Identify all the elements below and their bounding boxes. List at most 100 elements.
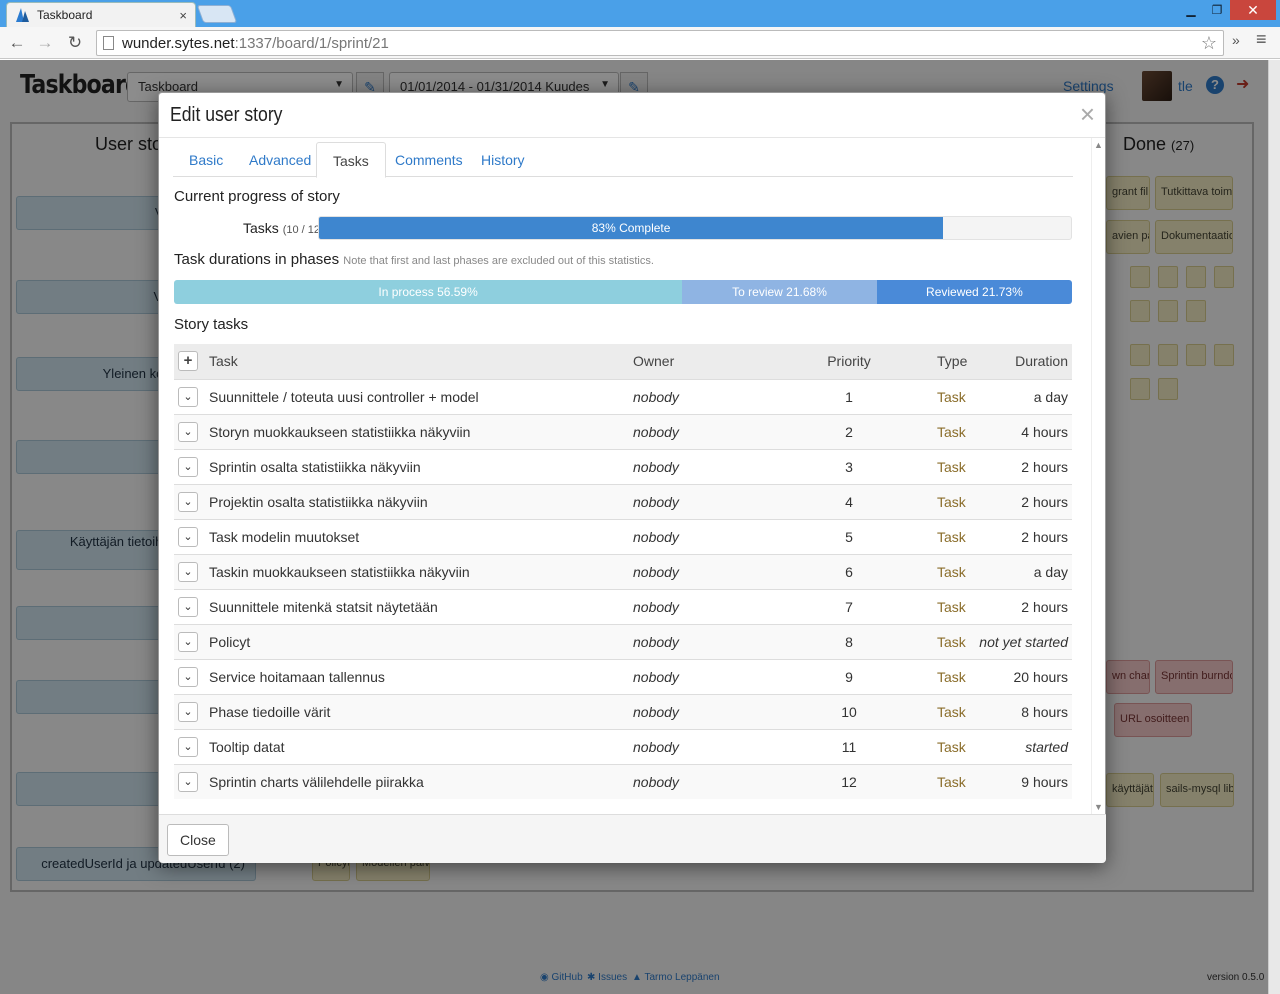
row-toggle-chevron-icon[interactable]: ⌄ [178,772,198,792]
table-row[interactable]: ⌄ Task modelin muutokset nobody 5 Task 2 hour… [174,519,1072,554]
durations-note: Note that first and last phases are excl… [343,255,654,267]
task-owner: nobody [633,389,679,405]
task-duration: 2 hours [1021,599,1068,615]
scroll-down-icon[interactable]: ▼ [1094,802,1103,812]
task-name: Suunnittele mitenkä statsit näytetään [209,599,438,615]
tab-tasks[interactable]: Tasks [316,142,386,178]
task-type[interactable]: Task [937,389,966,405]
bookmark-star-icon[interactable]: ☆ [1201,33,1217,54]
task-duration: a day [1033,389,1068,405]
task-name: Task modelin muutokset [209,529,360,545]
new-tab-button[interactable] [196,5,238,23]
menu-icon[interactable]: ≡ [1256,29,1267,50]
row-toggle-chevron-icon[interactable]: ⌄ [178,737,198,757]
task-owner: nobody [633,599,679,615]
task-type[interactable]: Task [937,494,966,510]
task-type[interactable]: Task [937,529,966,545]
table-row[interactable]: ⌄ Suunnittele / toteuta uusi controller +… [174,379,1072,414]
table-row[interactable]: ⌄ Storyn muokkaukseen statistiikka näkyvi… [174,414,1072,449]
row-toggle-chevron-icon[interactable]: ⌄ [178,422,198,442]
table-row[interactable]: ⌄ Policyt nobody 8 Task not yet started [174,624,1072,659]
header-duration: Duration [1015,353,1068,369]
task-type[interactable]: Task [937,459,966,475]
tab-history[interactable]: History [465,142,541,177]
task-type[interactable]: Task [937,599,966,615]
task-type[interactable]: Task [937,634,966,650]
table-row[interactable]: ⌄ Phase tiedoille värit nobody 10 Task 8 hour… [174,694,1072,729]
row-toggle-chevron-icon[interactable]: ⌄ [178,632,198,652]
tab-comments[interactable]: Comments [379,142,479,177]
table-row[interactable]: ⌄ Tooltip datat nobody 11 Task started [174,729,1072,764]
table-row[interactable]: ⌄ Suunnittele mitenkä statsit näytetään no… [174,589,1072,624]
task-type[interactable]: Task [937,774,966,790]
header-type: Type [937,353,968,369]
task-duration: started [1025,739,1068,755]
task-priority: 8 [845,634,853,650]
story-tasks-table: + Task Owner Priority Type Duration ⌄ Suu… [174,344,1072,799]
address-bar[interactable]: wunder.sytes.net :1337/board/1/sprint/21… [96,30,1224,56]
maximize-icon[interactable]: ❐ [1204,0,1230,20]
modal-scrollbar[interactable]: ▲ ▼ [1091,138,1105,814]
row-toggle-chevron-icon[interactable]: ⌄ [178,702,198,722]
table-row[interactable]: ⌄ Sprintin charts välilehdelle piirakka no… [174,764,1072,799]
row-toggle-chevron-icon[interactable]: ⌄ [178,667,198,687]
task-owner: nobody [633,704,679,720]
task-owner: nobody [633,634,679,650]
task-duration: not yet started [979,634,1068,650]
task-type[interactable]: Task [937,669,966,685]
task-priority: 10 [841,704,857,720]
task-priority: 1 [845,389,853,405]
minimize-icon[interactable]: ▁ [1178,0,1204,20]
task-duration: 2 hours [1021,459,1068,475]
table-row[interactable]: ⌄ Service hoitamaan tallennus nobody 9 Task 2… [174,659,1072,694]
table-header-row: + Task Owner Priority Type Duration [174,344,1072,379]
row-toggle-chevron-icon[interactable]: ⌄ [178,562,198,582]
table-row[interactable]: ⌄ Sprintin osalta statistiikka näkyviin no… [174,449,1072,484]
row-toggle-chevron-icon[interactable]: ⌄ [178,457,198,477]
reload-icon[interactable]: ↻ [64,32,86,54]
row-toggle-chevron-icon[interactable]: ⌄ [178,387,198,407]
task-duration: 9 hours [1021,774,1068,790]
close-button[interactable]: Close [167,824,229,856]
task-priority: 2 [845,424,853,440]
table-row[interactable]: ⌄ Taskin muokkaukseen statistiikka näkyvi… [174,554,1072,589]
row-toggle-chevron-icon[interactable]: ⌄ [178,597,198,617]
forward-icon[interactable]: → [34,32,56,54]
task-name: Sprintin charts välilehdelle piirakka [209,774,424,790]
progress-fill: 83% Complete [319,217,944,239]
page-icon [103,36,114,50]
page-scrollbar[interactable] [1268,60,1280,994]
extensions-icon[interactable]: » [1232,32,1240,48]
task-type[interactable]: Task [937,704,966,720]
row-toggle-chevron-icon[interactable]: ⌄ [178,527,198,547]
task-duration: 4 hours [1021,424,1068,440]
task-type[interactable]: Task [937,424,966,440]
scroll-up-icon[interactable]: ▲ [1094,140,1103,150]
tab-close-icon[interactable]: × [179,8,187,23]
task-name: Phase tiedoille värit [209,704,331,720]
tab-advanced[interactable]: Advanced [233,142,327,177]
task-priority: 11 [841,739,857,755]
header-priority: Priority [827,353,871,369]
task-priority: 7 [845,599,853,615]
add-task-button[interactable]: + [178,351,198,371]
task-name: Storyn muokkaukseen statistiikka näkyvii… [209,424,471,440]
task-priority: 12 [841,774,857,790]
progress-section-title: Current progress of story [174,188,340,205]
row-toggle-chevron-icon[interactable]: ⌄ [178,492,198,512]
browser-tab[interactable]: Taskboard × [6,2,196,27]
tab-title: Taskboard [37,8,93,22]
edit-user-story-modal: Edit user story × Basic Advanced Tasks C… [158,92,1106,863]
task-name: Projektin osalta statistiikka näkyviin [209,494,428,510]
tab-basic[interactable]: Basic [173,142,239,177]
task-name: Policyt [209,634,251,650]
table-row[interactable]: ⌄ Projektin osalta statistiikka näkyviin n… [174,484,1072,519]
back-icon[interactable]: ← [6,32,28,54]
task-type[interactable]: Task [937,564,966,580]
task-type[interactable]: Task [937,739,966,755]
durations-title-text: Task durations in phases [174,251,340,268]
task-priority: 6 [845,564,853,580]
modal-close-icon[interactable]: × [1080,101,1095,127]
task-name: Tooltip datat [209,739,285,755]
window-close-icon[interactable]: ✕ [1230,0,1276,20]
